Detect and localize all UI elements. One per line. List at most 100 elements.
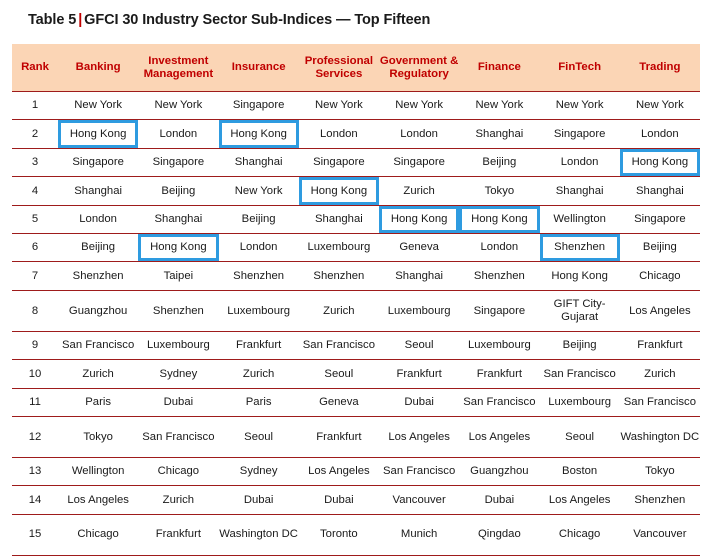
city-cell: Beijing [219, 205, 299, 233]
city-cell: Frankfurt [379, 360, 459, 388]
city-cell: Seoul [219, 416, 299, 457]
column-header-rank: Rank [12, 44, 58, 92]
table-row: 12TokyoSan FranciscoSeoulFrankfurtLos An… [12, 416, 700, 457]
city-cell: Sydney [138, 360, 218, 388]
city-cell-highlighted: Shenzhen [540, 233, 620, 261]
rank-cell: 2 [12, 120, 58, 148]
city-cell: Luxembourg [138, 331, 218, 359]
city-cell: Seoul [299, 360, 379, 388]
city-cell: Dubai [459, 486, 539, 514]
city-cell: Beijing [620, 233, 700, 261]
column-header-investment-management: Investment Management [138, 44, 218, 92]
table-row: 7ShenzhenTaipeiShenzhenShenzhenShanghaiS… [12, 262, 700, 290]
city-cell: Los Angeles [379, 416, 459, 457]
city-cell: San Francisco [58, 331, 138, 359]
city-cell-highlighted: Hong Kong [620, 148, 700, 176]
city-cell: Singapore [138, 148, 218, 176]
city-cell: Seoul [540, 416, 620, 457]
city-cell: Shanghai [540, 177, 620, 205]
column-header-trading: Trading [620, 44, 700, 92]
rank-cell: 4 [12, 177, 58, 205]
city-cell: Shanghai [620, 177, 700, 205]
rank-cell: 8 [12, 290, 58, 331]
city-cell: London [379, 120, 459, 148]
city-cell: Washington DC [219, 514, 299, 555]
rank-cell: 3 [12, 148, 58, 176]
city-cell: San Francisco [299, 331, 379, 359]
city-cell: Paris [219, 388, 299, 416]
city-cell: Zurich [299, 290, 379, 331]
rank-cell: 11 [12, 388, 58, 416]
table-row: 10ZurichSydneyZurichSeoulFrankfurtFrankf… [12, 360, 700, 388]
city-cell: Chicago [138, 457, 218, 485]
city-cell-highlighted: Hong Kong [219, 120, 299, 148]
city-cell-highlighted: Hong Kong [138, 233, 218, 261]
city-cell: Shanghai [58, 177, 138, 205]
city-cell: San Francisco [138, 416, 218, 457]
city-cell: Chicago [620, 262, 700, 290]
city-cell: Shenzhen [459, 262, 539, 290]
city-cell: Frankfurt [219, 331, 299, 359]
city-cell: New York [138, 92, 218, 120]
city-cell: Los Angeles [540, 486, 620, 514]
city-cell: Chicago [540, 514, 620, 555]
city-cell: Zurich [58, 360, 138, 388]
city-cell: London [219, 233, 299, 261]
city-cell: Shenzhen [219, 262, 299, 290]
header-row: RankBankingInvestment ManagementInsuranc… [12, 44, 700, 92]
city-cell: Dubai [299, 486, 379, 514]
city-cell: Luxembourg [219, 290, 299, 331]
city-cell: San Francisco [540, 360, 620, 388]
city-cell: Wellington [58, 457, 138, 485]
city-cell: New York [219, 177, 299, 205]
column-header-fintech: FinTech [540, 44, 620, 92]
rank-cell: 13 [12, 457, 58, 485]
city-cell: Los Angeles [459, 416, 539, 457]
table-row: 15ChicagoFrankfurtWashington DCTorontoMu… [12, 514, 700, 555]
city-cell: London [138, 120, 218, 148]
city-cell-highlighted: Hong Kong [58, 120, 138, 148]
city-cell: Hong Kong [540, 262, 620, 290]
city-cell-highlighted: Hong Kong [379, 205, 459, 233]
city-cell: Munich [379, 514, 459, 555]
rank-cell: 12 [12, 416, 58, 457]
city-cell: Seoul [379, 331, 459, 359]
city-cell: London [459, 233, 539, 261]
city-cell: Singapore [540, 120, 620, 148]
table-row: 2Hong KongLondonHong KongLondonLondonSha… [12, 120, 700, 148]
city-cell: London [620, 120, 700, 148]
table-row: 5LondonShanghaiBeijingShanghaiHong KongH… [12, 205, 700, 233]
city-cell: Tokyo [620, 457, 700, 485]
table-row: 9San FranciscoLuxembourgFrankfurtSan Fra… [12, 331, 700, 359]
city-cell: Beijing [138, 177, 218, 205]
city-cell: Vancouver [620, 514, 700, 555]
city-cell-highlighted: Hong Kong [299, 177, 379, 205]
city-cell: New York [620, 92, 700, 120]
rank-cell: 5 [12, 205, 58, 233]
city-cell: Shanghai [299, 205, 379, 233]
page-title: Table 5|GFCI 30 Industry Sector Sub-Indi… [28, 12, 430, 28]
city-cell: Vancouver [379, 486, 459, 514]
city-cell: New York [58, 92, 138, 120]
city-cell: Singapore [58, 148, 138, 176]
city-cell: Shenzhen [58, 262, 138, 290]
city-cell: New York [459, 92, 539, 120]
rank-cell: 6 [12, 233, 58, 261]
city-cell: Shenzhen [620, 486, 700, 514]
city-cell: London [299, 120, 379, 148]
city-cell: Guangzhou [459, 457, 539, 485]
city-cell: Paris [58, 388, 138, 416]
city-cell: GIFT City-Gujarat [540, 290, 620, 331]
rank-cell: 7 [12, 262, 58, 290]
column-header-government-regulatory: Government & Regulatory [379, 44, 459, 92]
city-cell: Singapore [459, 290, 539, 331]
city-cell: Zurich [138, 486, 218, 514]
table-row: 3SingaporeSingaporeShanghaiSingaporeSing… [12, 148, 700, 176]
table-row: 8GuangzhouShenzhenLuxembourgZurichLuxemb… [12, 290, 700, 331]
rank-cell: 9 [12, 331, 58, 359]
column-header-insurance: Insurance [219, 44, 299, 92]
city-cell: Singapore [379, 148, 459, 176]
city-cell: London [58, 205, 138, 233]
table-header: RankBankingInvestment ManagementInsuranc… [12, 44, 700, 92]
city-cell: London [540, 148, 620, 176]
